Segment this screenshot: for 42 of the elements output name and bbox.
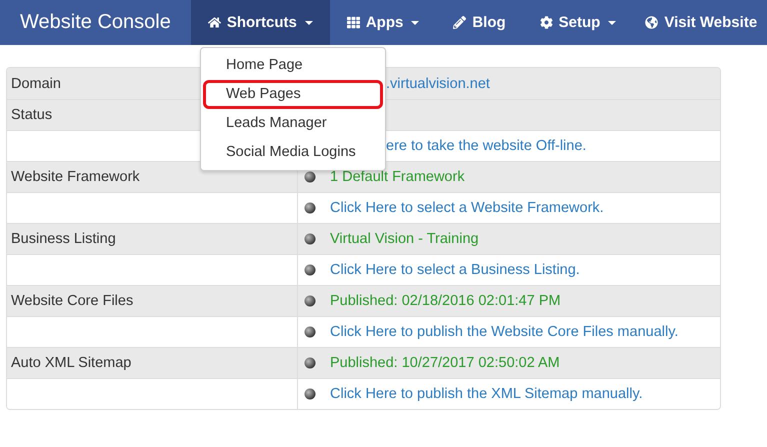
menu-item[interactable]: Social Media Logins xyxy=(203,138,383,167)
bullet-icon xyxy=(304,233,316,245)
status-text: Published: 10/27/2017 02:50:02 AM xyxy=(330,355,560,371)
action-link[interactable]: Click Here to select a Website Framework. xyxy=(330,200,604,216)
bullet-icon xyxy=(304,388,316,400)
action-link[interactable]: Click Here to publish the Website Core Files manually. xyxy=(330,324,678,340)
nav-item[interactable]: Visit Website xyxy=(633,0,767,45)
action-link[interactable]: ere to take the website Off-line. xyxy=(386,138,586,154)
brand-title: Website Console xyxy=(19,10,172,35)
nav-item[interactable]: Blog xyxy=(436,0,523,45)
grid-icon xyxy=(346,16,360,29)
menu-item[interactable]: Web Pages xyxy=(203,80,383,109)
action-link[interactable]: Click Here to select a Business Listing. xyxy=(330,262,580,278)
row-label: Website Core Files xyxy=(11,293,134,309)
bullet-icon xyxy=(304,264,316,276)
row-label: Status xyxy=(11,107,52,123)
status-text: Virtual Vision - Training xyxy=(330,231,479,247)
bullet-icon xyxy=(304,202,316,214)
row-label: Domain xyxy=(11,76,61,92)
caret-icon xyxy=(411,20,420,24)
pencil-icon xyxy=(453,16,466,29)
status-text: 1 Default Framework xyxy=(330,169,465,185)
gear-icon xyxy=(540,16,553,29)
menu-item[interactable]: Home Page xyxy=(203,51,383,80)
action-link[interactable]: Click Here to publish the XML Sitemap manually. xyxy=(330,386,643,402)
bullet-icon xyxy=(304,295,316,307)
bullet-icon xyxy=(304,171,316,183)
status-text: Published: 02/18/2016 02:01:47 PM xyxy=(330,293,561,309)
bullet-icon xyxy=(304,357,316,369)
menu-item[interactable]: Leads Manager xyxy=(203,109,383,138)
row-label: Website Framework xyxy=(11,169,140,185)
nav-item[interactable]: Setup xyxy=(522,0,634,45)
nav-item[interactable]: Apps xyxy=(330,0,436,45)
caret-icon xyxy=(608,20,616,24)
bullet-icon xyxy=(304,326,316,338)
globe-icon xyxy=(645,16,658,29)
home-icon xyxy=(208,16,221,29)
action-link[interactable]: .virtualvision.net xyxy=(386,76,490,92)
nav-item[interactable]: Shortcuts xyxy=(190,0,330,45)
row-label: Business Listing xyxy=(11,231,116,247)
row-label: Auto XML Sitemap xyxy=(11,355,132,371)
caret-icon xyxy=(304,20,313,24)
